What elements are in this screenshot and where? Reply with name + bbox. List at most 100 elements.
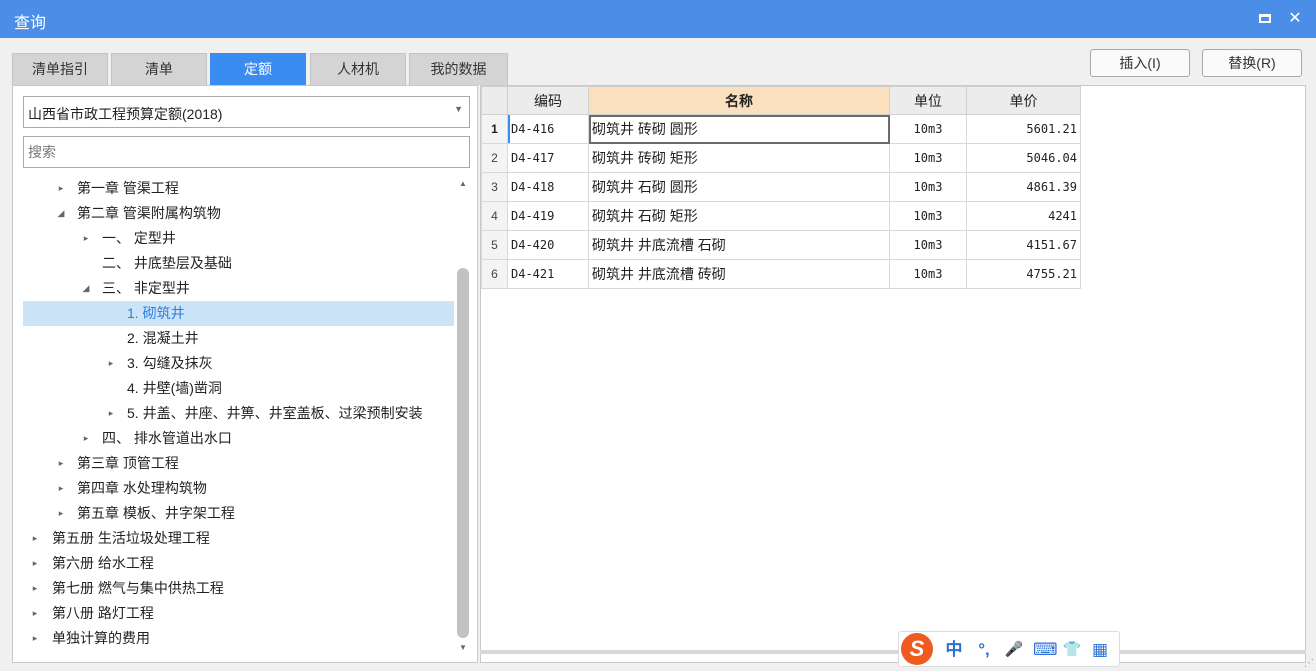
resize-grip-icon[interactable]: ⋰ (1304, 658, 1314, 669)
tree-item-label: 第一章 管渠工程 (77, 180, 179, 196)
quota-tree-panel: 山西省市政工程预算定额(2018) ▼ ▸ 第一章 管渠工程 ◢ 第二章 管渠附… (12, 85, 478, 663)
tree-item-wall-opening[interactable]: 4. 井壁(墙)凿洞 (23, 376, 454, 401)
insert-button[interactable]: 插入(I) (1090, 49, 1190, 77)
expand-arrow-icon[interactable]: ▸ (29, 551, 41, 576)
expand-arrow-icon[interactable]: ▸ (105, 401, 117, 426)
cell-price[interactable]: 4241 (966, 201, 1081, 231)
tree-item-standard-well[interactable]: ▸ 一、 定型井 (23, 226, 454, 251)
tree-item-concrete-well[interactable]: 2. 混凝土井 (23, 326, 454, 351)
expand-arrow-icon[interactable]: ▸ (80, 426, 92, 451)
row-number: 4 (481, 201, 508, 231)
collapse-arrow-icon[interactable]: ◢ (80, 276, 92, 301)
chinese-mode-icon[interactable]: 中 (943, 639, 965, 661)
cell-name[interactable]: 砌筑井 井底流槽 石砌 (588, 230, 890, 260)
expand-arrow-icon[interactable]: ▸ (29, 626, 41, 651)
cell-name[interactable]: 砌筑井 砖砌 圆形 (588, 114, 890, 144)
tab-my-data[interactable]: 我的数据 (409, 53, 508, 85)
scroll-up-icon[interactable]: ▲ (455, 178, 471, 190)
microphone-icon[interactable]: 🎤 (1003, 639, 1025, 661)
tree-item-chapter-1[interactable]: ▸ 第一章 管渠工程 (23, 176, 454, 201)
cell-price[interactable]: 4755.21 (966, 259, 1081, 289)
tree-item-label: 3. 勾缝及抹灰 (127, 355, 213, 371)
row-number: 2 (481, 143, 508, 173)
cell-price[interactable]: 4151.67 (966, 230, 1081, 260)
tree-item-label: 1. 砌筑井 (127, 305, 185, 321)
expand-arrow-icon[interactable]: ▸ (105, 351, 117, 376)
column-header-code[interactable]: 编码 (507, 86, 589, 115)
expand-arrow-icon[interactable]: ▸ (29, 601, 41, 626)
close-icon[interactable]: ✕ (1284, 8, 1306, 30)
cell-price[interactable]: 5601.21 (966, 114, 1081, 144)
tree-item-pointing-plastering[interactable]: ▸ 3. 勾缝及抹灰 (23, 351, 454, 376)
expand-arrow-icon[interactable]: ▸ (29, 576, 41, 601)
toolbox-icon[interactable]: ▦ (1089, 639, 1111, 661)
tree-item-well-base[interactable]: 二、 井底垫层及基础 (23, 251, 454, 276)
tree-item-separate-fees[interactable]: ▸ 单独计算的费用 (23, 626, 454, 651)
tree-item-well-cover-install[interactable]: ▸ 5. 井盖、井座、井箅、井室盖板、过梁预制安装 (23, 401, 454, 426)
punctuation-icon[interactable]: °, (973, 639, 995, 661)
cell-code[interactable]: D4-419 (507, 201, 589, 231)
table-row[interactable]: 6 D4-421 砌筑井 井底流槽 砖砌 10m3 4755.21 (481, 259, 1081, 289)
expand-arrow-icon[interactable]: ▸ (55, 451, 67, 476)
grid-horizontal-scrollbar[interactable] (480, 650, 1306, 654)
cell-code[interactable]: D4-416 (507, 114, 589, 144)
cell-unit[interactable]: 10m3 (889, 230, 967, 260)
skin-icon[interactable]: 👕 (1061, 639, 1083, 661)
tree-item-chapter-4[interactable]: ▸ 第四章 水处理构筑物 (23, 476, 454, 501)
cell-code[interactable]: D4-417 (507, 143, 589, 173)
tree-item-chapter-5[interactable]: ▸ 第五章 模板、井字架工程 (23, 501, 454, 526)
expand-arrow-icon[interactable]: ▸ (80, 226, 92, 251)
cell-unit[interactable]: 10m3 (889, 114, 967, 144)
tree-item-drain-outlet[interactable]: ▸ 四、 排水管道出水口 (23, 426, 454, 451)
tree-item-volume-5[interactable]: ▸ 第五册 生活垃圾处理工程 (23, 526, 454, 551)
replace-button[interactable]: 替换(R) (1202, 49, 1302, 77)
cell-code[interactable]: D4-420 (507, 230, 589, 260)
cell-unit[interactable]: 10m3 (889, 143, 967, 173)
tab-bill-guide[interactable]: 清单指引 (12, 53, 108, 85)
ime-toolbar: S 中 °, 🎤 ⌨ 👕 ▦ (898, 631, 1120, 667)
expand-arrow-icon[interactable]: ▸ (55, 176, 67, 201)
column-header-unit[interactable]: 单位 (889, 86, 967, 115)
cell-price[interactable]: 4861.39 (966, 172, 1081, 202)
tree-scrollbar[interactable]: ▲ ▼ (455, 176, 471, 658)
table-row[interactable]: 2 D4-417 砌筑井 砖砌 矩形 10m3 5046.04 (481, 143, 1081, 173)
cell-name[interactable]: 砌筑井 石砌 圆形 (588, 172, 890, 202)
cell-code[interactable]: D4-421 (507, 259, 589, 289)
scrollbar-thumb[interactable] (457, 268, 469, 638)
cell-unit[interactable]: 10m3 (889, 172, 967, 202)
cell-code[interactable]: D4-418 (507, 172, 589, 202)
cell-name[interactable]: 砌筑井 井底流槽 砖砌 (588, 259, 890, 289)
table-row[interactable]: 1 D4-416 砌筑井 砖砌 圆形 10m3 5601.21 (481, 114, 1081, 144)
expand-arrow-icon[interactable]: ▸ (55, 476, 67, 501)
tab-quota[interactable]: 定额 (210, 53, 306, 85)
tab-labor-material-machine[interactable]: 人材机 (310, 53, 406, 85)
tree-item-chapter-3[interactable]: ▸ 第三章 顶管工程 (23, 451, 454, 476)
tree-item-volume-6[interactable]: ▸ 第六册 给水工程 (23, 551, 454, 576)
table-row[interactable]: 4 D4-419 砌筑井 石砌 矩形 10m3 4241 (481, 201, 1081, 231)
expand-arrow-icon[interactable]: ▸ (29, 526, 41, 551)
tree-item-masonry-well[interactable]: 1. 砌筑井 (23, 301, 454, 326)
cell-unit[interactable]: 10m3 (889, 201, 967, 231)
tree-item-volume-7[interactable]: ▸ 第七册 燃气与集中供热工程 (23, 576, 454, 601)
cell-unit[interactable]: 10m3 (889, 259, 967, 289)
column-header-price[interactable]: 单价 (966, 86, 1081, 115)
table-row[interactable]: 3 D4-418 砌筑井 石砌 圆形 10m3 4861.39 (481, 172, 1081, 202)
expand-arrow-icon[interactable]: ▸ (55, 501, 67, 526)
search-input[interactable] (23, 136, 470, 168)
tree-item-nonstandard-well[interactable]: ◢ 三、 非定型井 (23, 276, 454, 301)
cell-name[interactable]: 砌筑井 砖砌 矩形 (588, 143, 890, 173)
tree-item-volume-8[interactable]: ▸ 第八册 路灯工程 (23, 601, 454, 626)
chapter-tree: ▸ 第一章 管渠工程 ◢ 第二章 管渠附属构筑物 ▸ 一、 定型井 二、 井底垫… (23, 176, 454, 660)
cell-name[interactable]: 砌筑井 石砌 矩形 (588, 201, 890, 231)
tab-bill[interactable]: 清单 (111, 53, 207, 85)
scroll-down-icon[interactable]: ▼ (455, 642, 471, 654)
table-row[interactable]: 5 D4-420 砌筑井 井底流槽 石砌 10m3 4151.67 (481, 230, 1081, 260)
sogou-logo-icon[interactable]: S (901, 633, 933, 665)
column-header-name[interactable]: 名称 (588, 86, 890, 115)
quota-library-select[interactable]: 山西省市政工程预算定额(2018) ▼ (23, 96, 470, 128)
collapse-arrow-icon[interactable]: ◢ (55, 201, 67, 226)
cell-price[interactable]: 5046.04 (966, 143, 1081, 173)
keyboard-icon[interactable]: ⌨ (1033, 639, 1058, 661)
maximize-icon[interactable] (1254, 8, 1276, 30)
tree-item-chapter-2[interactable]: ◢ 第二章 管渠附属构筑物 (23, 201, 454, 226)
